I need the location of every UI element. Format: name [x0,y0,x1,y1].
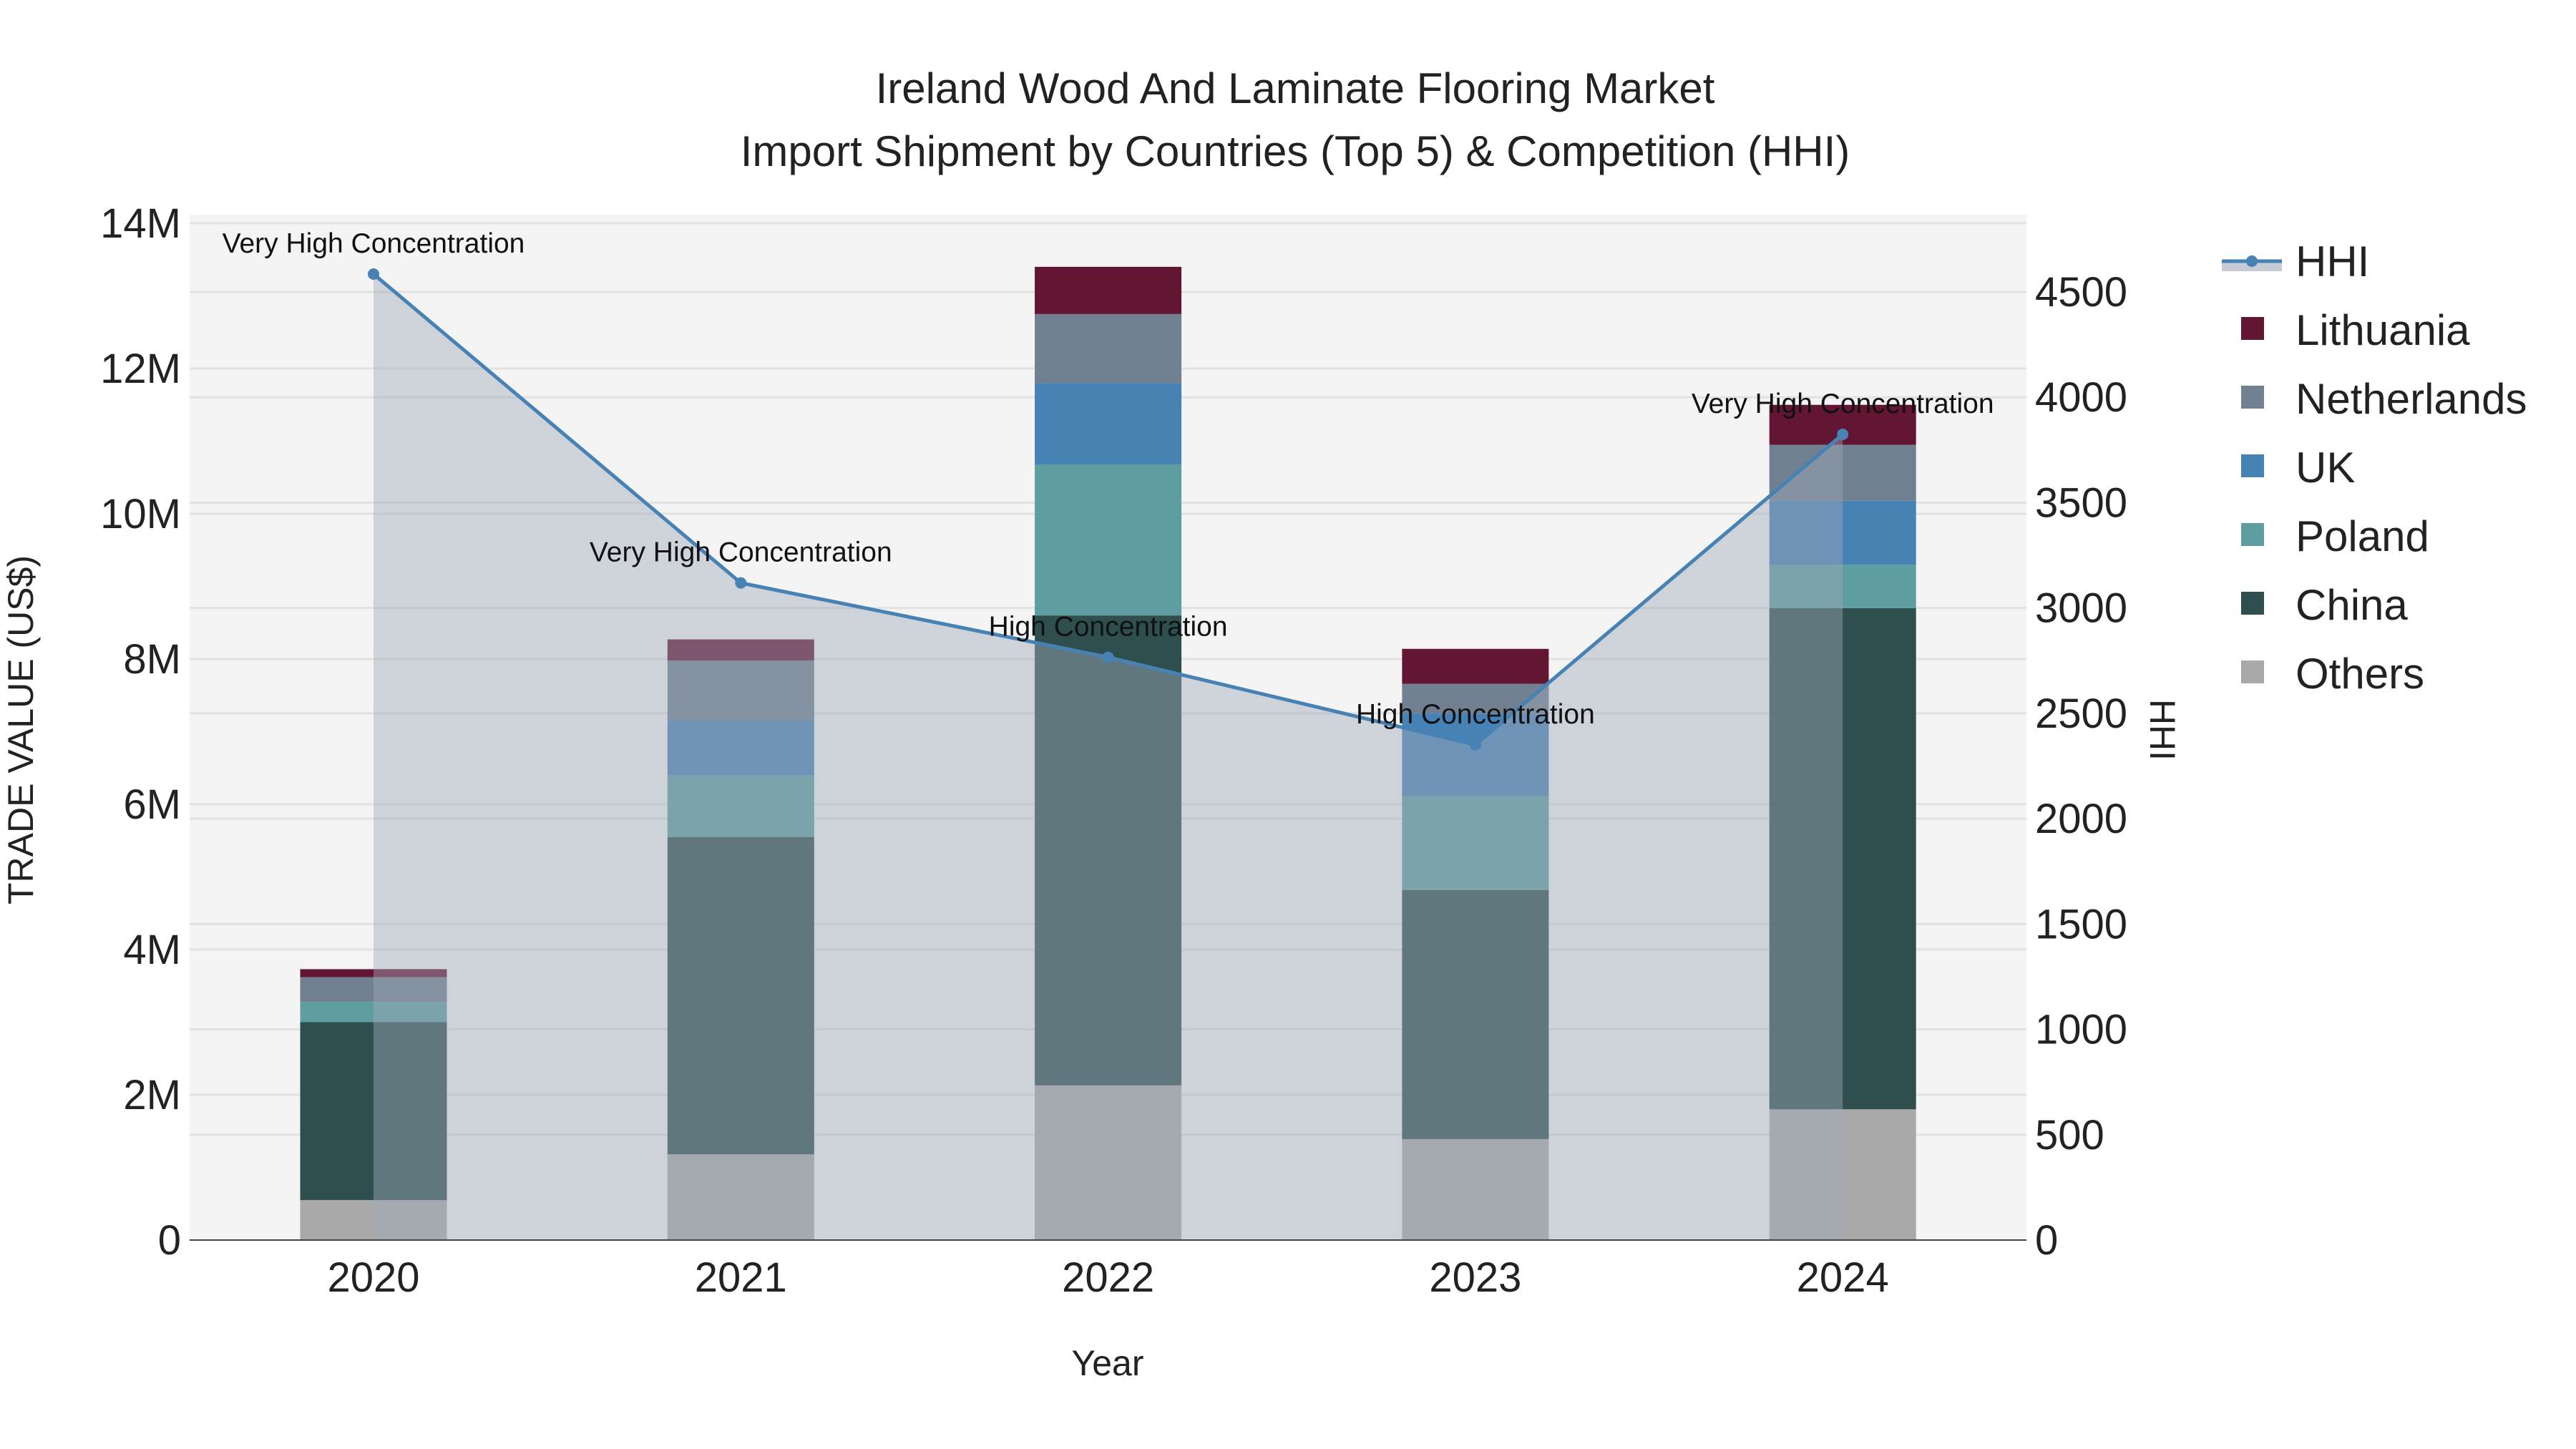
y-tick-label: 8M [123,636,181,683]
x-axis-ticks: 2020 2021 2022 2023 2024 [327,1254,1888,1301]
chart-subtitle: Import Shipment by Countries (Top 5) & C… [741,127,1850,175]
legend-swatch-lithuania [2241,317,2264,340]
y-tick-label: 6M [123,781,181,828]
x-tick-label: 2022 [1062,1254,1154,1301]
y2-tick-label: 1500 [2035,901,2127,947]
hhi-annotation-2021: Very High Concentration [590,537,892,568]
legend-label-china: China [2296,581,2408,629]
y2-tick-label: 1000 [2035,1007,2127,1053]
hhi-point-2024 [1837,429,1849,441]
hhi-point-2022 [1102,651,1114,663]
x-tick-label: 2024 [1797,1254,1889,1301]
bar-uk-2022 [1035,383,1182,464]
y-tick-label: 12M [100,346,181,392]
legend-swatch-hhi-marker [2246,255,2258,267]
y2-axis-title: HHI [2142,699,2182,761]
y-tick-label: 4M [123,927,181,973]
hhi-point-2020 [368,268,379,280]
y2-tick-label: 4500 [2035,269,2127,316]
hhi-annotation-2024: Very High Concentration [1692,389,1994,419]
y-axis-title: TRADE VALUE (US$) [1,555,41,904]
x-tick-label: 2020 [327,1254,419,1301]
legend-label-uk: UK [2296,444,2355,492]
legend-swatch-netherlands [2241,386,2264,409]
legend-label-lithuania: Lithuania [2296,306,2470,354]
y-tick-label: 0 [158,1217,181,1264]
y2-axis-ticks: 0 500 1000 1500 2000 2500 3000 3500 4000 4500 [2035,269,2127,1264]
hhi-annotation-2022: High Concentration [989,612,1228,643]
bar-lithuania-2022 [1035,266,1182,314]
chart-title: Ireland Wood And Laminate Flooring Marke… [876,64,1715,112]
legend-label-others: Others [2296,650,2424,698]
y-tick-label: 10M [100,491,181,537]
legend-swatch-others [2241,660,2264,683]
legend-label-hhi: HHI [2296,238,2369,286]
legend-swatch-uk [2241,454,2264,477]
x-tick-label: 2021 [695,1254,787,1301]
chart: Very High Concentration Very High Concent… [1,64,2527,1383]
bar-poland-2022 [1035,464,1182,616]
y-tick-label: 2M [123,1072,181,1118]
y2-tick-label: 2000 [2035,796,2127,842]
y-axis-ticks: 0 2M 4M 6M 8M 10M 12M 14M [100,200,181,1264]
hhi-point-2021 [735,577,747,589]
legend-label-poland: Poland [2296,512,2429,560]
legend-label-netherlands: Netherlands [2296,375,2527,423]
y2-tick-label: 3000 [2035,585,2127,632]
hhi-point-2023 [1469,738,1481,751]
y2-tick-label: 500 [2035,1112,2104,1158]
bar-netherlands-2022 [1035,313,1182,384]
legend: HHI Lithuania Netherlands UK Poland China Othe… [2222,238,2527,698]
legend-swatch-poland [2241,523,2264,546]
x-tick-label: 2023 [1429,1254,1521,1301]
legend-swatch-china [2241,592,2264,615]
y2-tick-label: 4000 [2035,374,2127,421]
y2-tick-label: 2500 [2035,691,2127,737]
bar-lithuania-2023 [1402,648,1549,684]
y2-tick-label: 3500 [2035,479,2127,526]
y-tick-label: 14M [100,200,181,247]
hhi-annotation-2023: High Concentration [1356,699,1595,730]
y2-tick-label: 0 [2035,1217,2058,1264]
x-axis-title: Year [1071,1343,1143,1383]
hhi-annotation-2020: Very High Concentration [223,228,525,259]
